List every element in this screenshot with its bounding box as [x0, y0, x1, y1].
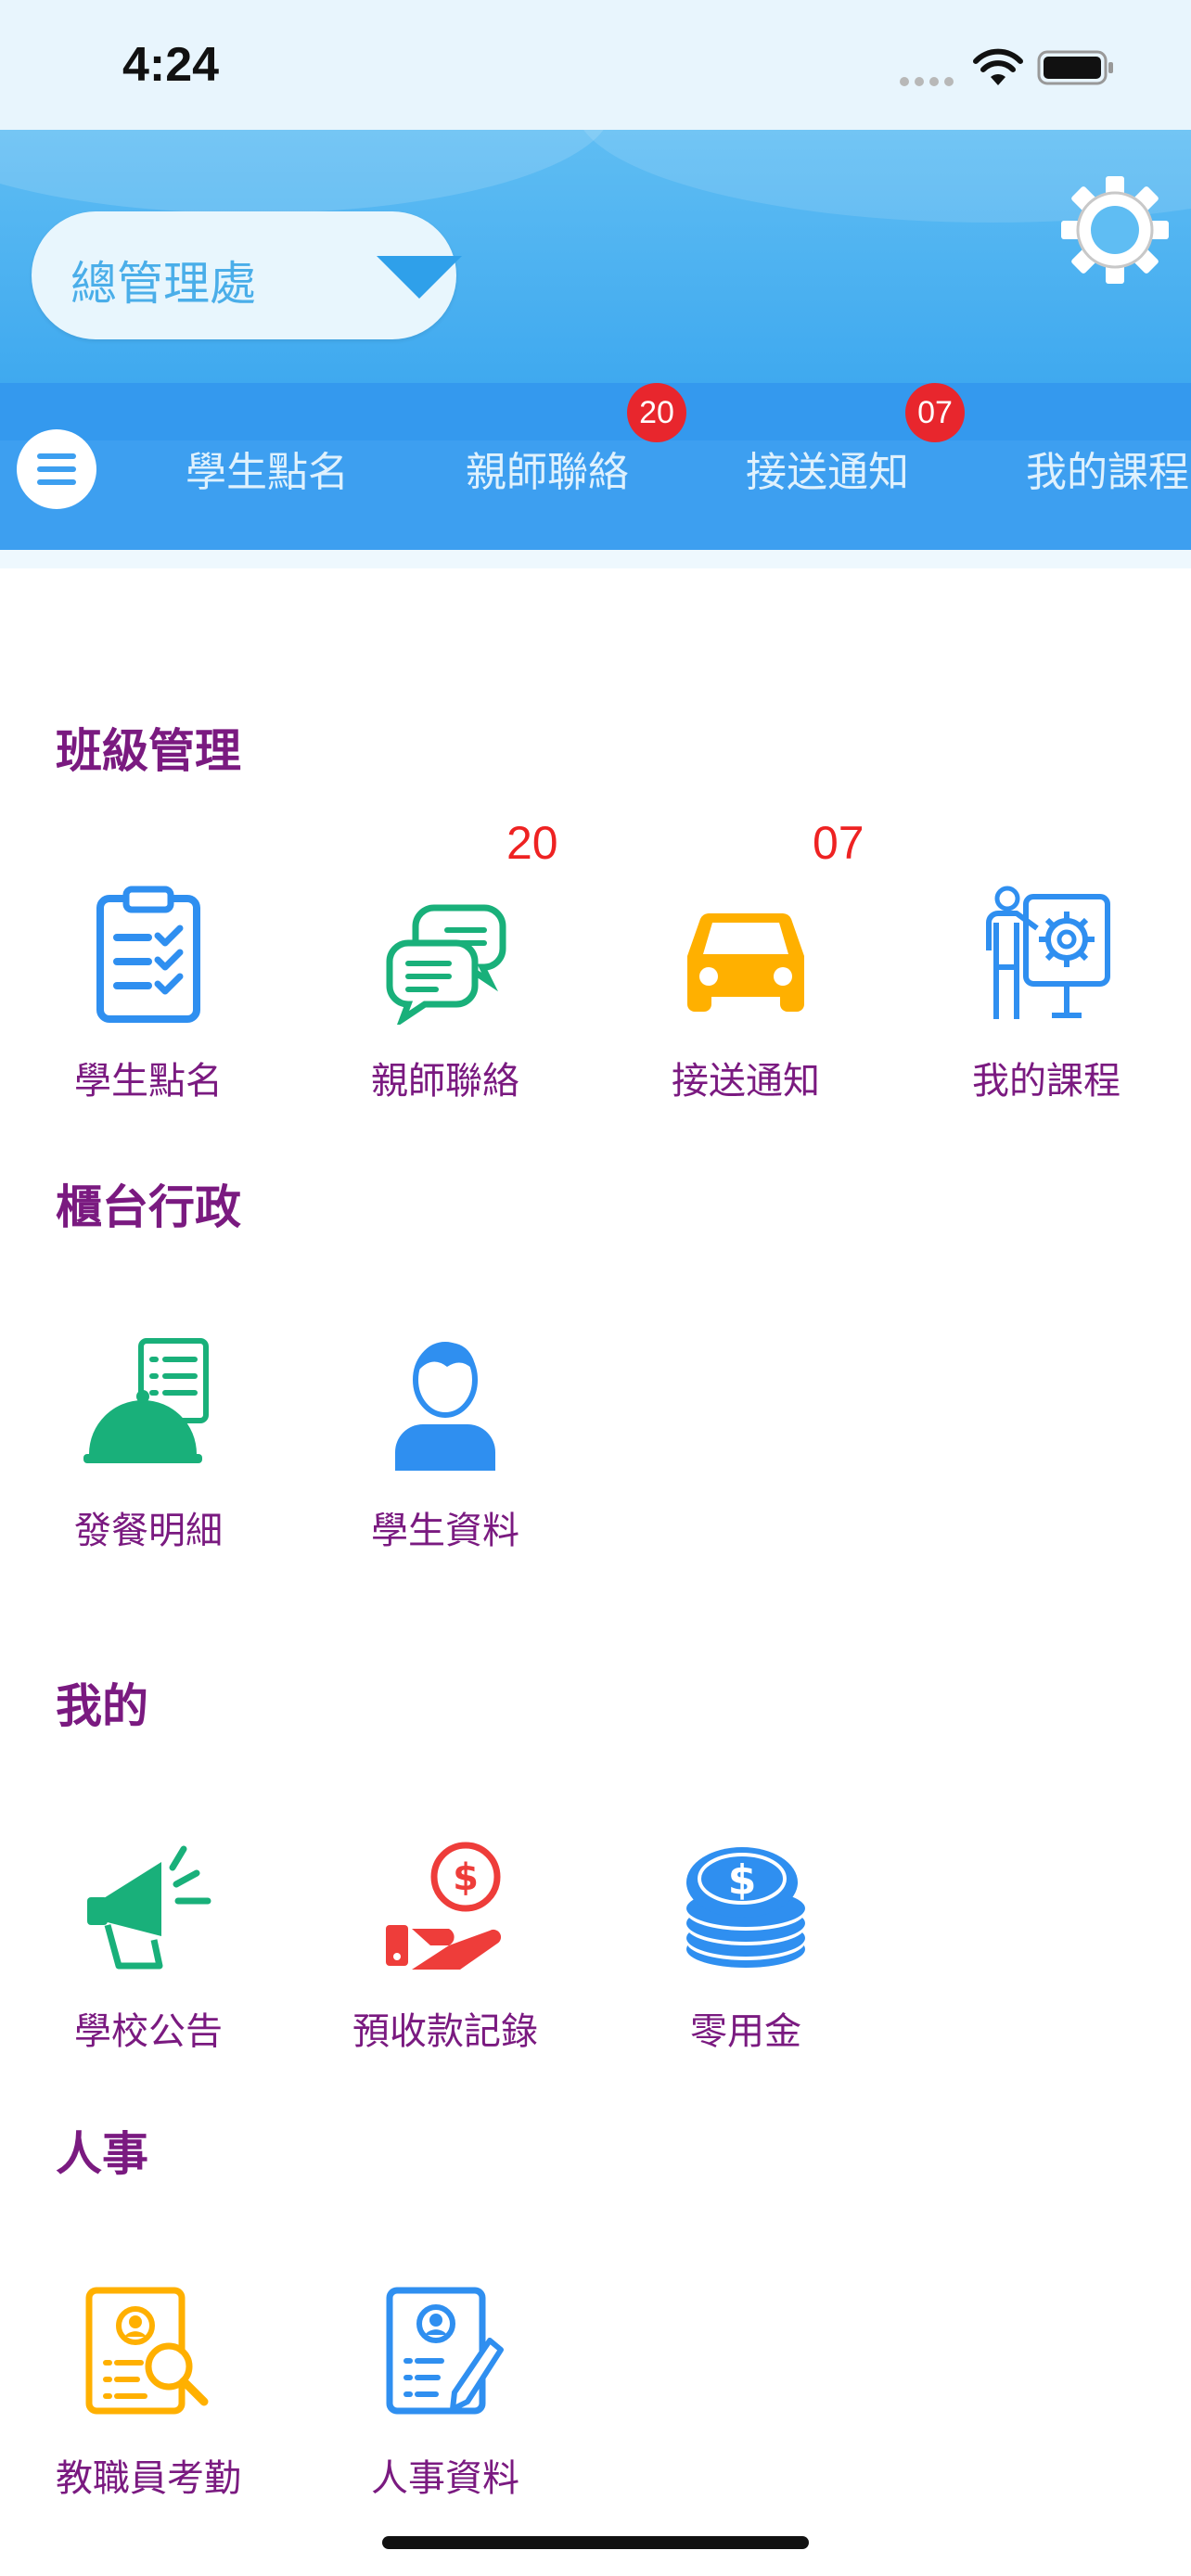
tab-my-courses[interactable]: 我的課程: [1026, 439, 1189, 498]
tab-parent-contact[interactable]: 親師聯絡: [466, 439, 629, 498]
tile-label: 零用金: [690, 2010, 801, 2053]
meal-cloche-icon: [83, 1338, 209, 1463]
department-label: 總管理處: [70, 257, 256, 311]
tab-pickup-notice[interactable]: 接送通知: [746, 439, 909, 498]
tab-divider: [0, 550, 1191, 568]
menu-button[interactable]: [17, 429, 96, 509]
status-bar: 4:24: [0, 0, 1191, 130]
teacher-board-icon: [986, 886, 1110, 1019]
app-header: 總管理處: [0, 130, 1191, 383]
home-indicator[interactable]: [382, 2536, 809, 2549]
tile-prepayment-records[interactable]: $ 預收款記錄: [297, 1836, 594, 2059]
tab-student-rollcall[interactable]: 學生點名: [186, 439, 349, 498]
section-title-hr: 人事: [56, 2127, 148, 2181]
tile-label: 學校公告: [74, 2010, 223, 2053]
tile-label: 預收款記錄: [352, 2010, 538, 2053]
tile-school-announcement[interactable]: 學校公告: [0, 1836, 297, 2059]
cellular-signal-icon: [900, 72, 959, 90]
tile-staff-attendance[interactable]: 教職員考勤: [0, 2283, 297, 2506]
tile-my-courses[interactable]: 我的課程: [898, 886, 1191, 1108]
student-person-icon: [395, 1342, 495, 1471]
profile-search-icon: [85, 2287, 209, 2415]
coins-stack-icon: $: [686, 1847, 805, 1968]
car-icon: [687, 913, 804, 1012]
tile-label: 我的課程: [972, 1060, 1121, 1103]
count-parent-contact: 20: [506, 817, 558, 869]
clipboard-checklist-icon: [96, 886, 200, 1023]
tile-label: 親師聯絡: [371, 1060, 519, 1103]
svg-text:$: $: [453, 1856, 479, 1899]
count-pickup-notice: 07: [813, 817, 864, 869]
tile-meal-details[interactable]: 發餐明細: [0, 1335, 297, 1558]
section-title-class-management: 班級管理: [56, 724, 241, 778]
chat-bubbles-icon: [386, 904, 506, 1025]
svg-text:$: $: [728, 1856, 757, 1904]
tile-label: 學生點名: [74, 1060, 223, 1103]
profile-edit-icon: [386, 2287, 504, 2415]
tile-pickup-notice[interactable]: 接送通知: [597, 886, 894, 1108]
tile-personnel-records[interactable]: 人事資料: [297, 2283, 594, 2506]
tile-label: 教職員考勤: [56, 2457, 241, 2500]
section-title-mine: 我的: [56, 1679, 148, 1733]
department-dropdown[interactable]: 總管理處: [32, 211, 462, 339]
tile-label: 發餐明細: [74, 1510, 223, 1552]
tile-label: 人事資料: [371, 2457, 519, 2500]
tile-petty-cash[interactable]: $ 零用金: [597, 1836, 894, 2059]
tab-badge-pickup-notice: 07: [905, 383, 965, 442]
quick-tabs: 學生點名 親師聯絡 20 接送通知 07 我的課程: [0, 383, 1191, 550]
tile-student-rollcall[interactable]: 學生點名: [0, 886, 297, 1108]
battery-icon: [1037, 50, 1113, 85]
chevron-down-icon: [377, 256, 462, 299]
tile-parent-contact[interactable]: 親師聯絡: [297, 886, 594, 1108]
wifi-icon: [973, 48, 1023, 85]
tile-student-info[interactable]: 學生資料: [297, 1335, 594, 1558]
megaphone-icon: [87, 1845, 211, 1970]
status-time: 4:24: [122, 38, 220, 92]
tab-badge-parent-contact: 20: [627, 383, 686, 442]
tile-label: 接送通知: [672, 1060, 820, 1103]
settings-gear-icon[interactable]: [1050, 165, 1180, 295]
tile-label: 學生資料: [371, 1510, 519, 1552]
hand-money-icon: $: [386, 1842, 502, 1970]
section-title-front-desk: 櫃台行政: [56, 1180, 241, 1234]
